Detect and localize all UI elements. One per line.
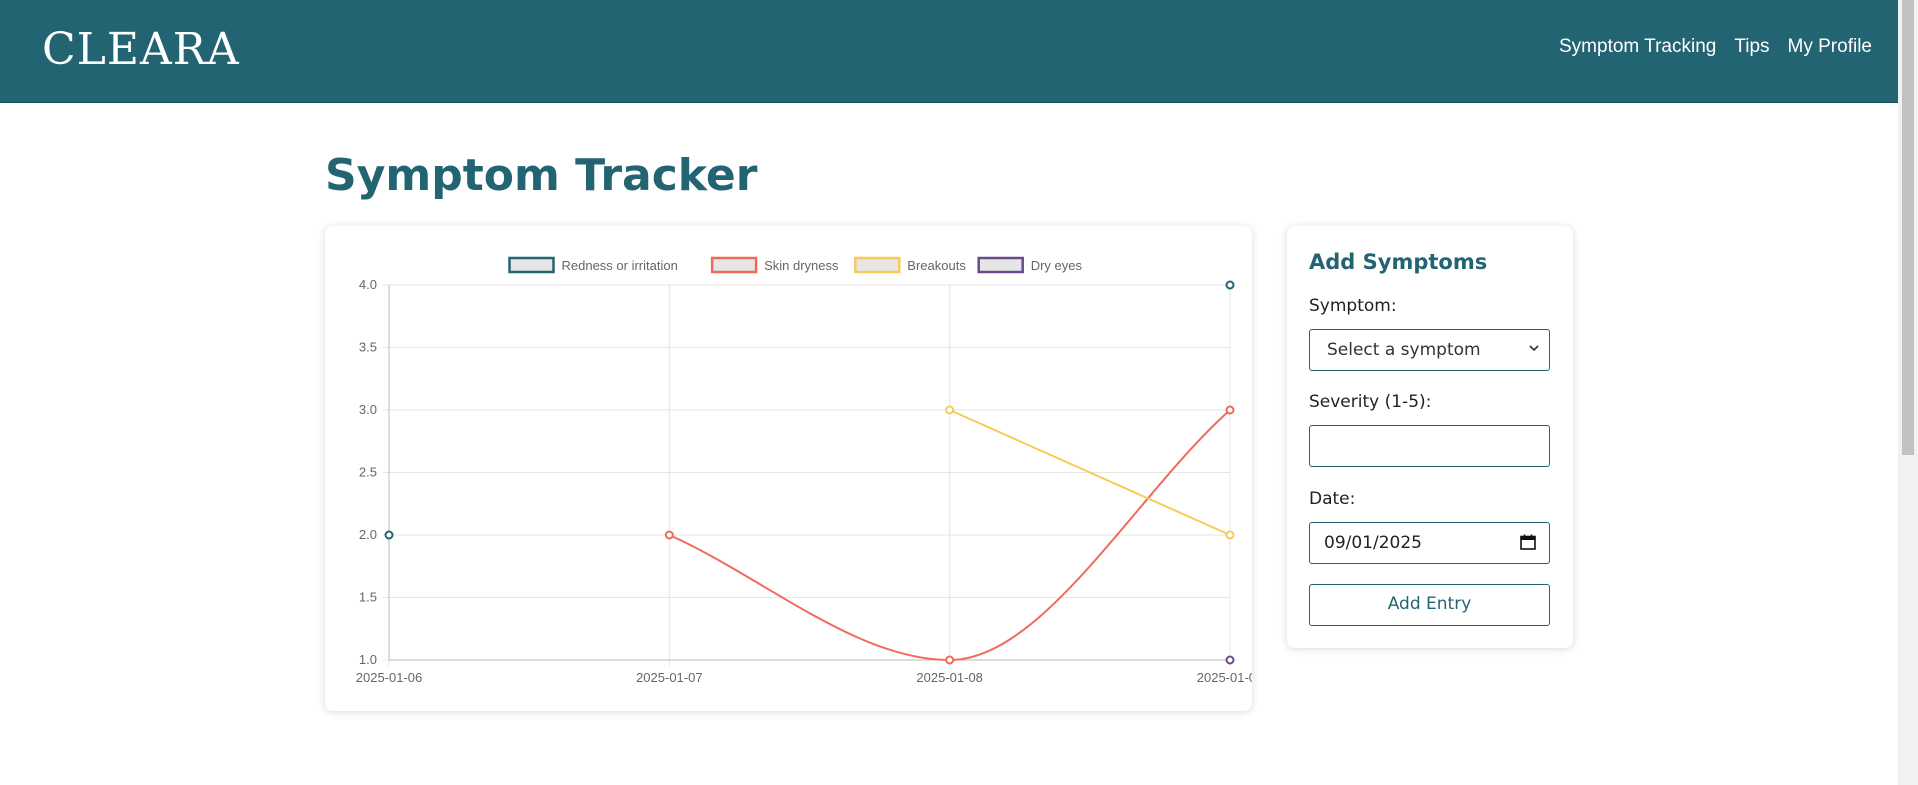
- y-tick-label: 3.0: [359, 402, 377, 417]
- page-title: Symptom Tracker: [325, 150, 758, 201]
- legend-swatch-breakouts: [854, 256, 901, 274]
- y-tick-label: 4.0: [359, 277, 377, 292]
- y-tick-label: 1.5: [359, 590, 377, 605]
- add-symptoms-card: Add Symptoms Symptom: Select a symptom S…: [1287, 226, 1573, 648]
- symptom-chart: 4.0 3.5 3.0 2.5 2.0 1.5 1.0 2025-01-06 2025-01-0…: [356, 256, 1252, 685]
- logo[interactable]: CLEARA: [42, 22, 240, 78]
- date-label: Date:: [1309, 489, 1356, 509]
- x-tick-label: 2025-01-08: [916, 670, 983, 685]
- calendar-icon[interactable]: [1519, 533, 1537, 551]
- x-tick-label: 2025-01-09: [1197, 670, 1252, 685]
- scrollbar-thumb[interactable]: [1902, 0, 1914, 455]
- data-point-redness-or-irritation: [384, 530, 394, 540]
- symptom-label: Symptom:: [1309, 296, 1397, 316]
- top-navbar: CLEARA Symptom Tracking Tips My Profile: [0, 0, 1898, 103]
- date-input[interactable]: 09/01/2025: [1309, 522, 1550, 564]
- x-tick-label: 2025-01-06: [356, 670, 423, 685]
- data-point-skin-dryness: [664, 530, 674, 540]
- data-point-skin-dryness: [1225, 405, 1235, 415]
- form-title: Add Symptoms: [1309, 250, 1488, 274]
- legend-label-dry-eyes: Dry eyes: [1031, 258, 1083, 273]
- legend-swatch-dry-eyes: [977, 256, 1024, 274]
- severity-label: Severity (1-5):: [1309, 392, 1432, 412]
- nav-tips[interactable]: Tips: [1734, 36, 1769, 58]
- legend-label-redness-or-irritation: Redness or irritation: [562, 258, 678, 273]
- data-point-skin-dryness: [945, 655, 955, 665]
- legend-swatch-skin-dryness: [710, 256, 758, 274]
- main-nav: Symptom Tracking Tips My Profile: [1559, 36, 1872, 58]
- date-input-value: 09/01/2025: [1324, 533, 1422, 553]
- legend-label-skin-dryness: Skin dryness: [764, 258, 839, 273]
- chevron-down-icon: [1529, 345, 1539, 352]
- page-scrollbar[interactable]: [1898, 0, 1918, 785]
- data-point-breakouts: [1225, 530, 1235, 540]
- add-entry-button[interactable]: Add Entry: [1309, 584, 1550, 626]
- symptom-select[interactable]: Select a symptom: [1309, 329, 1550, 371]
- data-point-breakouts: [945, 405, 955, 415]
- x-tick-label: 2025-01-07: [636, 670, 703, 685]
- legend-label-breakouts: Breakouts: [907, 258, 966, 273]
- data-point-dry-eyes: [1225, 655, 1235, 665]
- data-point-redness-or-irritation: [1225, 280, 1235, 290]
- y-tick-label: 3.5: [359, 340, 377, 355]
- severity-input[interactable]: [1309, 425, 1550, 467]
- y-tick-label: 2.5: [359, 465, 377, 480]
- nav-symptom-tracking[interactable]: Symptom Tracking: [1559, 36, 1716, 58]
- chart-card: 4.0 3.5 3.0 2.5 2.0 1.5 1.0 2025-01-06 2025-01-0…: [325, 226, 1252, 711]
- nav-my-profile[interactable]: My Profile: [1788, 36, 1872, 58]
- y-tick-label: 1.0: [359, 652, 377, 667]
- y-tick-label: 2.0: [359, 527, 377, 542]
- legend-swatch-redness-or-irritation: [508, 256, 555, 274]
- symptom-select-value: Select a symptom: [1327, 340, 1481, 360]
